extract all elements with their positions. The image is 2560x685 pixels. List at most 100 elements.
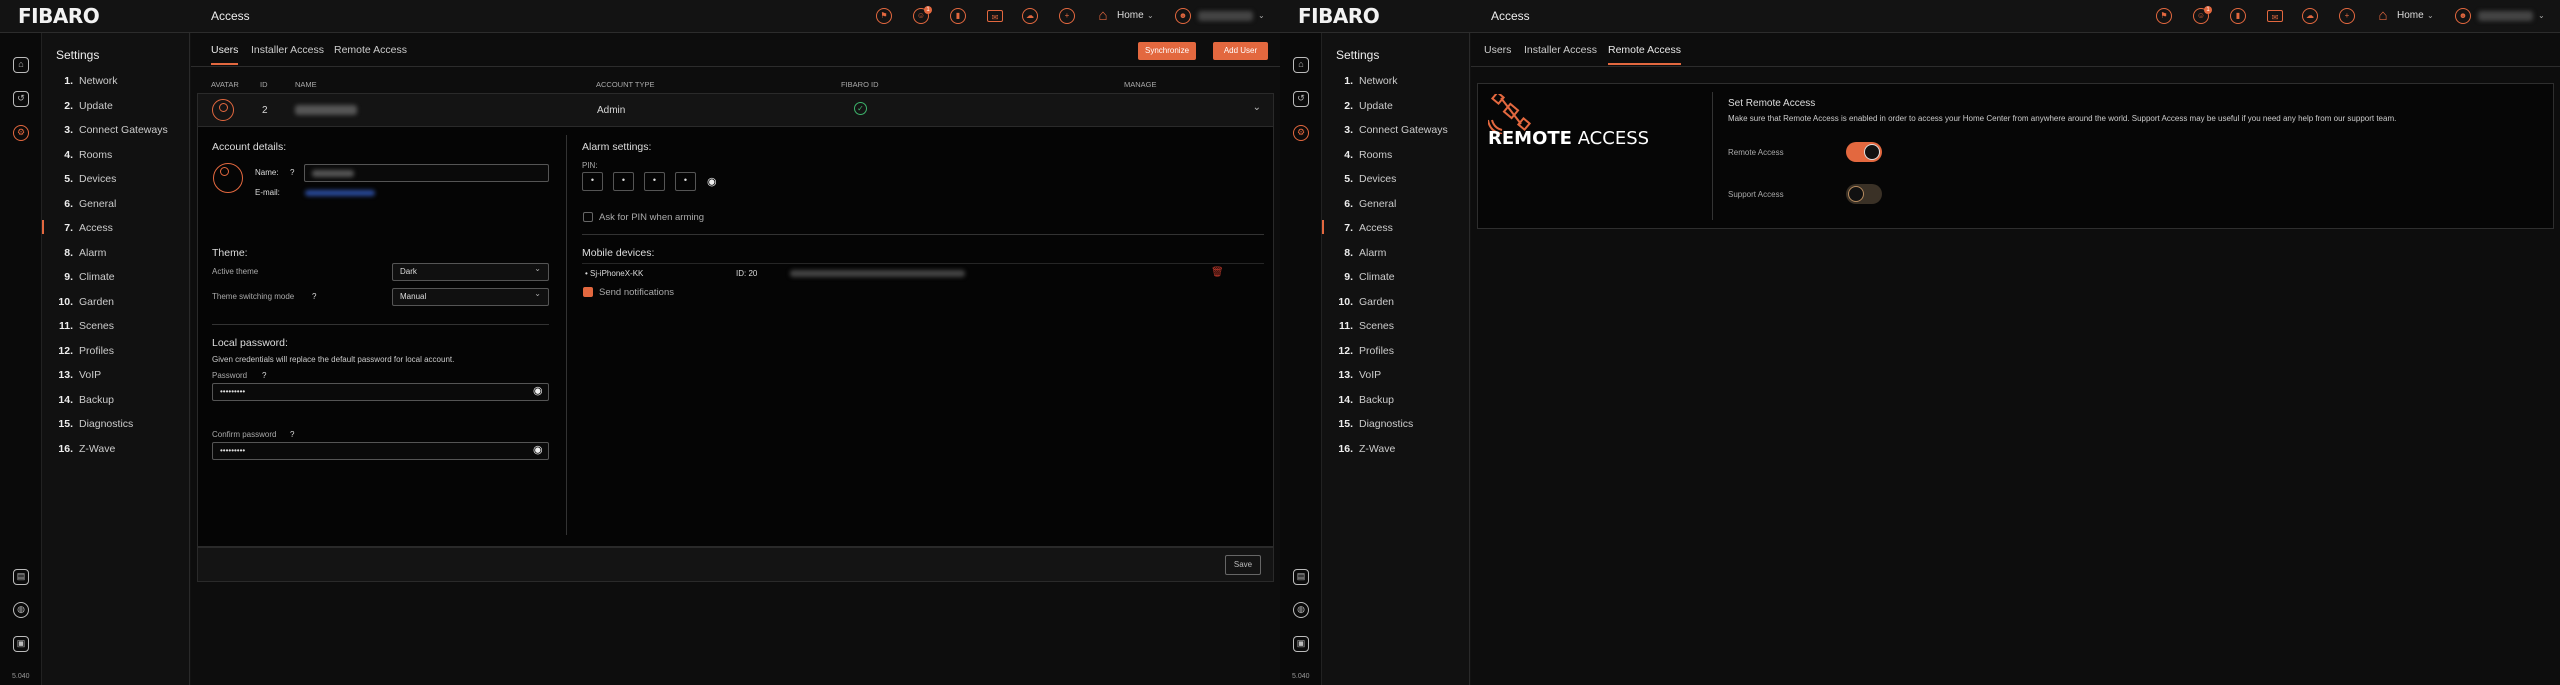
pin-digit-3[interactable]: • <box>644 172 665 191</box>
settings-icon[interactable]: ⚙ <box>13 125 29 141</box>
sidebar-item-general[interactable]: 6. General <box>1336 198 1396 210</box>
sidebar-item-voip[interactable]: 13. VoIP <box>1336 369 1381 381</box>
pin-digit-1[interactable]: • <box>582 172 603 191</box>
synchronize-button[interactable]: Synchronize <box>1138 42 1197 60</box>
tab-users[interactable]: Users <box>211 44 239 65</box>
sidebar-item-voip[interactable]: 13. VoIP <box>56 369 101 381</box>
chevron-down-icon[interactable]: ⌄ <box>1253 102 1261 113</box>
weather-icon[interactable]: ☁ <box>1022 8 1038 24</box>
help-icon[interactable]: ? <box>290 430 294 439</box>
help-icon[interactable]: ? <box>262 371 266 380</box>
sidebar-item-general[interactable]: 6. General <box>56 198 116 210</box>
ask-pin-checkbox[interactable] <box>583 212 593 222</box>
globe-icon[interactable]: ◍ <box>13 602 29 618</box>
sidebar-item-connect-gateways[interactable]: 3. Connect Gateways <box>56 124 167 136</box>
sidebar-item-rooms[interactable]: 4. Rooms <box>56 149 112 161</box>
sidebar-item-update[interactable]: 2. Update <box>1336 100 1393 112</box>
add-icon[interactable]: + <box>2339 8 2355 24</box>
theme-switching-select[interactable]: Manual <box>392 286 549 306</box>
apps-icon[interactable]: ▣ <box>13 636 29 652</box>
history-icon[interactable]: ↺ <box>1293 91 1309 107</box>
save-button[interactable]: Save <box>1225 555 1261 575</box>
sidebar-item-backup[interactable]: 14. Backup <box>1336 394 1394 406</box>
sidebar-item-garden[interactable]: 10. Garden <box>56 296 114 308</box>
home-selector[interactable]: Home <box>2397 10 2424 21</box>
sidebar-item-update[interactable]: 2. Update <box>56 100 113 112</box>
name-input[interactable] <box>304 164 549 182</box>
username[interactable] <box>1198 11 1253 21</box>
sidebar-item-profiles[interactable]: 12. Profiles <box>56 345 114 357</box>
alarm-icon[interactable]: ⚑ <box>876 8 892 24</box>
sidebar-item-profiles[interactable]: 12. Profiles <box>1336 345 1394 357</box>
help-icon[interactable]: ? <box>312 292 316 301</box>
sidebar-item-connect-gateways[interactable]: 3. Connect Gateways <box>1336 124 1447 136</box>
home-icon[interactable]: ⌂ <box>2375 8 2391 24</box>
mail-icon[interactable]: ✉ <box>987 10 1003 22</box>
add-user-button[interactable]: Add User <box>1213 42 1268 60</box>
tab-remote-access[interactable]: Remote Access <box>1608 44 1681 65</box>
avatar-icon[interactable]: ☻ <box>1175 8 1191 24</box>
tab-installer-access[interactable]: Installer Access <box>1524 44 1597 63</box>
sidebar-item-climate[interactable]: 9. Climate <box>1336 271 1394 283</box>
sidebar-item-diagnostics[interactable]: 15. Diagnostics <box>1336 418 1413 430</box>
support-access-toggle[interactable] <box>1846 184 1882 204</box>
sidebar-item-scenes[interactable]: 11. Scenes <box>56 320 114 332</box>
chevron-down-icon[interactable]: ⌄ <box>1258 11 1265 20</box>
email-link[interactable] <box>305 190 375 196</box>
table-row[interactable]: 2 Admin ✓ ⌄ <box>197 93 1274 127</box>
pin-digit-2[interactable]: • <box>613 172 634 191</box>
sidebar-item-backup[interactable]: 14. Backup <box>56 394 114 406</box>
chevron-down-icon[interactable]: ⌄ <box>2427 11 2434 20</box>
console-icon[interactable]: ▤ <box>13 569 29 585</box>
tab-users[interactable]: Users <box>1484 44 1511 63</box>
eye-icon[interactable]: ◉ <box>533 443 543 456</box>
avatar-icon[interactable]: ☻ <box>2455 8 2471 24</box>
chevron-down-icon[interactable]: ⌄ <box>1147 11 1154 20</box>
chevron-down-icon[interactable]: ⌄ <box>2538 11 2545 20</box>
weather-icon[interactable]: ☁ <box>2302 8 2318 24</box>
confirm-password-input[interactable]: ••••••••• <box>212 442 549 460</box>
settings-icon[interactable]: ⚙ <box>1293 125 1309 141</box>
trash-icon[interactable]: 🗑 <box>1211 267 1224 278</box>
home-selector[interactable]: Home <box>1117 10 1144 21</box>
sidebar-item-scenes[interactable]: 11. Scenes <box>1336 320 1394 332</box>
add-icon[interactable]: + <box>1059 8 1075 24</box>
dashboard-icon[interactable]: ⌂ <box>13 57 29 73</box>
sidebar-item-access[interactable]: 7. Access <box>1322 220 1393 234</box>
sidebar-item-devices[interactable]: 5. Devices <box>56 173 116 185</box>
eye-icon[interactable]: ◉ <box>533 384 543 397</box>
sidebar-item-network[interactable]: 1. Network <box>56 75 117 87</box>
sidebar-item-diagnostics[interactable]: 15. Diagnostics <box>56 418 133 430</box>
sidebar-item-garden[interactable]: 10. Garden <box>1336 296 1394 308</box>
eye-icon[interactable]: ◉ <box>707 175 717 188</box>
sidebar-item-rooms[interactable]: 4. Rooms <box>1336 149 1392 161</box>
history-icon[interactable]: ↺ <box>13 91 29 107</box>
tab-remote-access[interactable]: Remote Access <box>334 44 407 63</box>
battery-icon[interactable]: ▮ <box>950 8 966 24</box>
battery-icon[interactable]: ▮ <box>2230 8 2246 24</box>
apps-icon[interactable]: ▣ <box>1293 636 1309 652</box>
mail-icon[interactable]: ✉ <box>2267 10 2283 22</box>
active-theme-select[interactable]: Dark <box>392 261 549 281</box>
password-input[interactable]: ••••••••• <box>212 383 549 401</box>
dashboard-icon[interactable]: ⌂ <box>1293 57 1309 73</box>
details-avatar[interactable] <box>213 163 243 193</box>
alarm-icon[interactable]: ⚑ <box>2156 8 2172 24</box>
sidebar-item-z-wave[interactable]: 16. Z-Wave <box>56 443 115 455</box>
sidebar-item-z-wave[interactable]: 16. Z-Wave <box>1336 443 1395 455</box>
tab-installer-access[interactable]: Installer Access <box>251 44 324 63</box>
home-icon[interactable]: ⌂ <box>1095 8 1111 24</box>
sidebar-item-climate[interactable]: 9. Climate <box>56 271 114 283</box>
pin-digit-4[interactable]: • <box>675 172 696 191</box>
username[interactable] <box>2478 11 2533 21</box>
help-icon[interactable]: ? <box>290 168 294 177</box>
sidebar-item-alarm[interactable]: 8. Alarm <box>1336 247 1386 259</box>
send-notifications-checkbox[interactable] <box>583 287 593 297</box>
sidebar-item-alarm[interactable]: 8. Alarm <box>56 247 106 259</box>
globe-icon[interactable]: ◍ <box>1293 602 1309 618</box>
remote-access-toggle[interactable] <box>1846 142 1882 162</box>
console-icon[interactable]: ▤ <box>1293 569 1309 585</box>
sidebar-item-network[interactable]: 1. Network <box>1336 75 1397 87</box>
sidebar-item-access[interactable]: 7. Access <box>42 220 113 234</box>
sidebar-item-devices[interactable]: 5. Devices <box>1336 173 1396 185</box>
